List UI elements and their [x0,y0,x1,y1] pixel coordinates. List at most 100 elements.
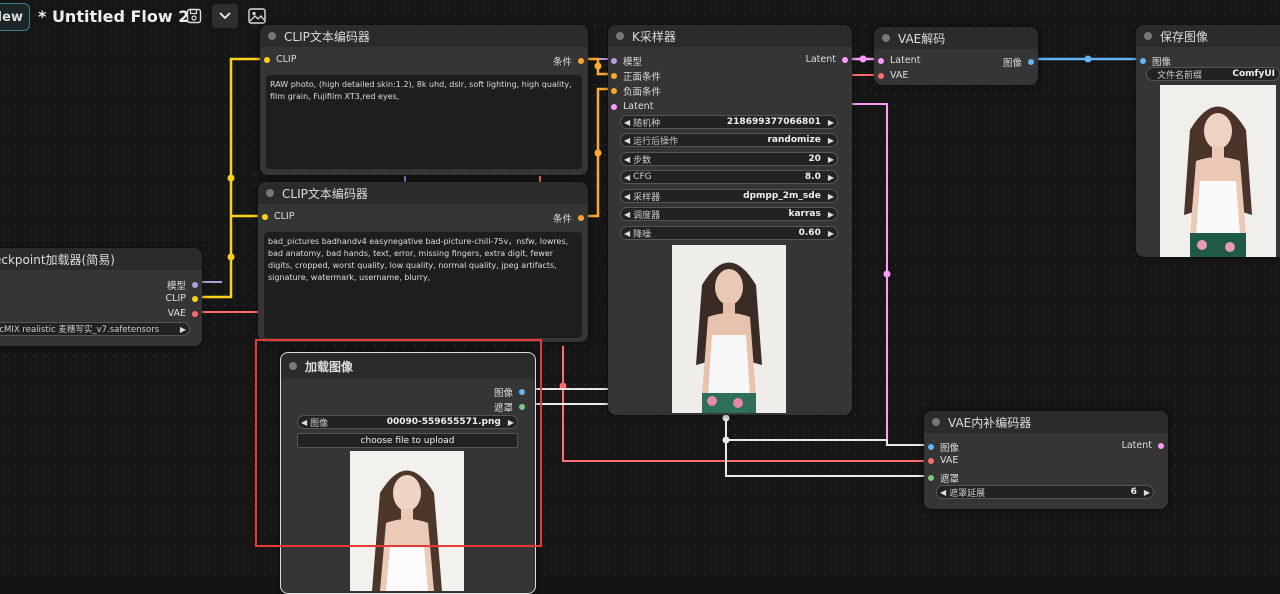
vae-output-port[interactable]: VAE [168,308,198,319]
widget-label: 遮罩延展 [949,488,986,499]
selection-highlight-box [255,339,542,547]
widget-label: 运行后操作 [633,136,679,147]
widget-value: 218699377066801 [726,117,821,127]
filename-prefix-widget[interactable]: 文件名前缀 ComfyUI [1146,67,1280,81]
widget-label: CFG [633,172,652,182]
port-label: Latent [623,101,654,112]
clip-input-port[interactable]: CLIP [264,54,296,65]
arrow-left-icon[interactable]: ◀ [621,173,633,182]
vae-input-port[interactable]: VAE [878,70,908,81]
node-collapse-dot[interactable] [616,32,624,40]
widget-value: karras [788,209,821,219]
latent-output-port[interactable]: Latent [1122,440,1164,451]
clip-input-port[interactable]: CLIP [262,211,294,222]
arrow-right-icon[interactable]: ▶ [825,229,837,238]
port-label: VAE [890,70,909,81]
image-input-port[interactable]: 图像 [1140,54,1171,68]
save-icon[interactable] [184,6,204,26]
port-label: CLIP [276,54,297,65]
arrow-right-icon[interactable]: ▶ [177,325,189,334]
arrow-left-icon[interactable]: ◀ [621,192,633,201]
node-collapse-dot[interactable] [268,32,276,40]
cfg-widget[interactable]: ◀ CFG 8.0 ▶ [620,170,838,184]
preview-image [672,245,786,413]
checkpoint-loader-node[interactable]: eckpoint加载器(简易) 模型 CLIP VAE icMIX realis… [0,248,202,346]
widget-label: 采样器 [633,192,661,203]
widget-value: 8.0 [804,172,821,182]
conditioning-output-port[interactable]: 条件 [553,54,584,68]
node-collapse-dot[interactable] [882,34,890,42]
arrow-left-icon[interactable]: ◀ [621,229,633,238]
widget-value: 0.60 [798,228,821,238]
arrow-right-icon[interactable]: ▶ [825,173,837,182]
arrow-right-icon[interactable]: ▶ [825,136,837,145]
latent-input-port[interactable]: Latent [611,101,653,112]
save-image-node[interactable]: 保存图像 图像 文件名前缀 ComfyUI [1136,25,1280,257]
image-icon[interactable] [246,6,268,26]
vae-input-port[interactable]: VAE [928,455,958,466]
grow-mask-widget[interactable]: ◀ 遮罩延展 6 ▶ [936,485,1154,499]
clip-output-port[interactable]: CLIP [166,293,198,304]
widget-label: 步数 [633,155,652,166]
node-collapse-dot[interactable] [1144,32,1152,40]
negative-input-port[interactable]: 负面条件 [611,84,661,98]
mask-input-port[interactable]: 遮罩 [928,471,959,485]
model-output-port[interactable]: 模型 [167,278,198,292]
control-after-generate-widget[interactable]: ◀ 运行后操作 randomize ▶ [620,133,838,147]
widget-value: 20 [808,154,821,164]
latent-input-port[interactable]: Latent [878,55,920,66]
new-button[interactable]: New [0,3,30,31]
arrow-left-icon[interactable]: ◀ [621,210,633,219]
steps-widget[interactable]: ◀ 步数 20 ▶ [620,152,838,166]
prompt-textarea[interactable]: RAW photo, (high detailed skin:1.2), 8k … [266,75,582,169]
widget-value: ComfyUI [1232,69,1275,79]
positive-input-port[interactable]: 正面条件 [611,69,661,83]
denoise-widget[interactable]: ◀ 降噪 0.60 ▶ [620,226,838,240]
node-title: 保存图像 [1160,29,1209,44]
ckpt-value: icMIX realistic 麦穗写实_v7.safetensors [0,325,160,335]
arrow-right-icon[interactable]: ▶ [825,192,837,201]
model-input-port[interactable]: 模型 [611,54,642,68]
vae-decode-node[interactable]: VAE解码 Latent VAE 图像 [874,27,1038,85]
node-title: VAE解码 [898,31,946,46]
vae-encode-inpaint-node[interactable]: VAE内补编码器 图像 VAE 遮罩 Latent ◀ 遮罩延展 6 ▶ [924,411,1168,509]
arrow-right-icon[interactable]: ▶ [825,118,837,127]
port-label: 模型 [166,281,186,292]
arrow-right-icon[interactable]: ▶ [825,155,837,164]
arrow-left-icon[interactable]: ◀ [621,136,633,145]
image-output-port[interactable]: 图像 [1003,55,1034,69]
negative-prompt-textarea[interactable]: bad_pictures badhandv4 easynegative bad-… [264,232,582,338]
node-title: CLIP文本编码器 [282,186,368,201]
node-title: CLIP文本编码器 [284,29,370,44]
node-title: eckpoint加载器(简易) [0,252,115,267]
node-collapse-dot[interactable] [932,418,940,426]
ksampler-node[interactable]: K采样器 模型 正面条件 负面条件 Latent Latent ◀ 随机种 2186… [608,25,852,415]
port-label: 负面条件 [623,87,662,98]
ckpt-name-select[interactable]: icMIX realistic 麦穗写实_v7.safetensors ▶ [0,322,190,336]
arrow-left-icon[interactable]: ◀ [621,155,633,164]
scheduler-widget[interactable]: ◀ 调度器 karras ▶ [620,207,838,221]
port-label: 条件 [552,214,572,225]
port-label: 正面条件 [623,72,662,83]
arrow-left-icon[interactable]: ◀ [937,488,949,497]
port-label: 图像 [940,443,960,454]
clip-text-encode-negative-node[interactable]: CLIP文本编码器 CLIP 条件 bad_pictures badhandv4… [258,182,588,342]
port-label: Latent [805,54,836,65]
conditioning-output-port[interactable]: 条件 [553,211,584,225]
clip-text-encode-positive-node[interactable]: CLIP文本编码器 CLIP 条件 RAW photo, (high detai… [260,25,588,175]
seed-widget[interactable]: ◀ 随机种 218699377066801 ▶ [620,115,838,129]
sampler-widget[interactable]: ◀ 采样器 dpmpp_2m_sde ▶ [620,189,838,203]
chevron-down-icon[interactable] [212,4,238,28]
port-label: 模型 [623,57,643,68]
port-label: 条件 [552,57,572,68]
latent-output-port[interactable]: Latent [806,54,848,65]
arrow-right-icon[interactable]: ▶ [1141,488,1153,497]
port-label: CLIP [274,211,295,222]
widget-value: dpmpp_2m_sde [743,191,821,201]
arrow-right-icon[interactable]: ▶ [825,210,837,219]
arrow-left-icon[interactable]: ◀ [621,118,633,127]
flow-title[interactable]: * Untitled Flow 2 [38,7,189,26]
node-collapse-dot[interactable] [266,189,274,197]
pixels-input-port[interactable]: 图像 [928,440,959,454]
port-label: 图像 [1002,58,1022,69]
